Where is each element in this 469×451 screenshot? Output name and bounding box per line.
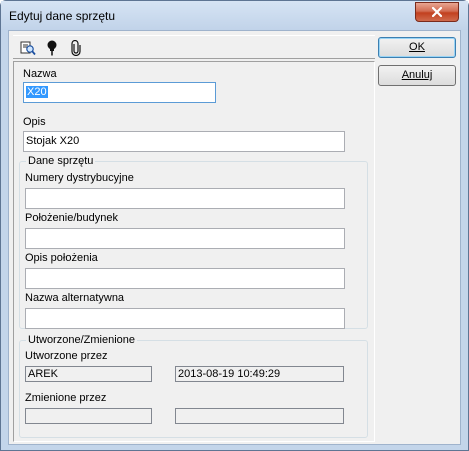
name-label: Nazwa — [23, 68, 57, 80]
close-icon — [432, 7, 442, 17]
attach-button[interactable] — [67, 39, 85, 57]
location-description-field[interactable] — [25, 268, 345, 289]
location-label: Położenie/budynek — [25, 212, 118, 224]
pin-button[interactable] — [43, 39, 61, 57]
location-description-label: Opis położenia — [25, 252, 98, 264]
ok-button[interactable]: OK — [378, 37, 456, 58]
serials-label: Numery dystrybucyjne — [25, 172, 134, 184]
modified-at-field — [175, 408, 344, 424]
audit-group-title: Utworzone/Zmienione — [26, 334, 137, 346]
audit-group: Utworzone/Zmienione Utworzone przez AREK… — [19, 334, 368, 438]
cancel-button-label: Anuluj — [401, 69, 433, 81]
created-by-label: Utworzone przez — [25, 350, 108, 362]
created-by-field: AREK — [25, 366, 152, 382]
cancel-button[interactable]: Anuluj — [378, 65, 456, 86]
pin-icon — [47, 40, 57, 56]
created-at-field: 2013-08-19 10:49:29 — [175, 366, 344, 382]
paperclip-icon — [71, 40, 81, 56]
modified-by-field — [25, 408, 152, 424]
name-field[interactable]: X20 — [23, 82, 216, 103]
alt-name-label: Nazwa alternatywna — [25, 292, 125, 304]
dialog-window: Edytuj dane sprzętu Nazwa X20 Opis Stoja… — [0, 0, 469, 451]
description-label: Opis — [23, 116, 46, 128]
window-title: Edytuj dane sprzętu — [9, 9, 116, 23]
serials-field[interactable] — [25, 188, 345, 209]
name-value: X20 — [26, 86, 48, 98]
search-icon — [20, 41, 36, 56]
toolbar — [13, 35, 375, 59]
dialog-body: Nazwa X20 Opis Stojak X20 Dane sprzętu N… — [8, 30, 461, 445]
ok-button-label: OK — [409, 41, 425, 53]
equipment-group-title: Dane sprzętu — [26, 155, 96, 167]
search-button[interactable] — [19, 39, 37, 57]
alt-name-field[interactable] — [25, 308, 345, 329]
equipment-group: Dane sprzętu Numery dystrybucyjne Położe… — [19, 155, 368, 329]
location-field[interactable] — [25, 228, 345, 249]
description-field[interactable]: Stojak X20 — [23, 131, 345, 152]
form-panel: Nazwa X20 Opis Stojak X20 Dane sprzętu N… — [13, 61, 375, 442]
close-button[interactable] — [415, 2, 459, 22]
modified-by-label: Zmienione przez — [25, 392, 107, 404]
title-bar[interactable]: Edytuj dane sprzętu — [1, 1, 468, 30]
